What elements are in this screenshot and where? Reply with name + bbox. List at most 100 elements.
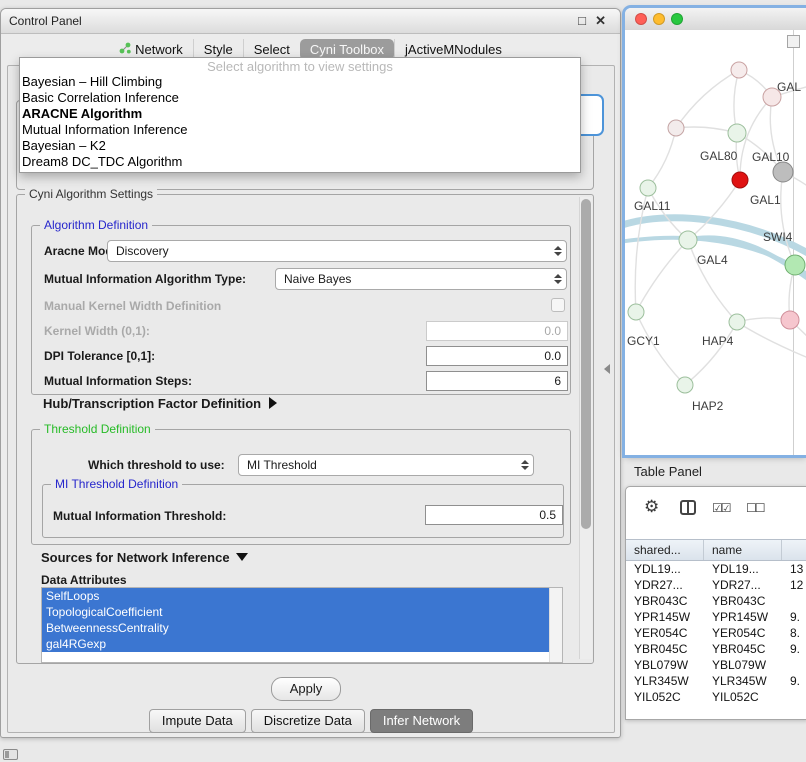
column-header-extra[interactable] bbox=[782, 540, 806, 560]
close-traffic-light-icon[interactable] bbox=[635, 13, 647, 25]
control-panel-titlebar[interactable]: Control Panel □ ✕ bbox=[1, 9, 620, 34]
gear-icon[interactable]: ⚙ bbox=[644, 497, 659, 517]
tab-label: jActiveMNodules bbox=[405, 42, 502, 57]
minimize-traffic-light-icon[interactable] bbox=[653, 13, 665, 25]
algorithm-option[interactable]: Mutual Information Inference bbox=[20, 122, 580, 138]
network-node[interactable] bbox=[785, 255, 805, 275]
table-cell: YBL079W bbox=[626, 657, 704, 673]
network-node[interactable] bbox=[781, 311, 799, 329]
mi-type-select[interactable]: Naive Bayes bbox=[275, 268, 567, 290]
table-cell: YBR045C bbox=[704, 641, 782, 657]
screen: { "icons": { "restore": "□", "close": "✕… bbox=[0, 0, 806, 762]
hub-definition-toggle[interactable]: Hub/Transcription Factor Definition bbox=[43, 397, 277, 411]
table-columns-icon[interactable] bbox=[680, 500, 696, 515]
unchecked-boxes-icon[interactable]: ☐☐ bbox=[746, 501, 764, 515]
tab-infer-network[interactable]: Infer Network bbox=[370, 709, 473, 733]
column-header-shared[interactable]: shared... bbox=[626, 540, 704, 560]
attribute-item[interactable]: BetweennessCentrality bbox=[42, 620, 550, 636]
checked-boxes-icon[interactable]: ☑☑ bbox=[712, 501, 730, 515]
table-row[interactable]: YPR145WYPR145W9. bbox=[626, 609, 806, 625]
network-node[interactable] bbox=[668, 120, 684, 136]
apply-button[interactable]: Apply bbox=[271, 677, 341, 701]
attribute-item[interactable]: TopologicalCoefficient bbox=[42, 604, 550, 620]
network-node[interactable] bbox=[640, 180, 656, 196]
table-cell: YER054C bbox=[704, 625, 782, 641]
network-node[interactable] bbox=[731, 62, 747, 78]
table-cell: 12 bbox=[782, 577, 806, 593]
tab-label: Cyni Toolbox bbox=[310, 42, 384, 57]
aracne-mode-select[interactable]: Discovery bbox=[107, 240, 567, 262]
column-header-name[interactable]: name bbox=[704, 540, 782, 560]
attribute-item[interactable]: SelfLoops bbox=[42, 588, 550, 604]
network-node[interactable] bbox=[729, 314, 745, 330]
attribute-item[interactable]: gal4RGexp bbox=[42, 636, 550, 652]
mi-steps-field[interactable]: 6 bbox=[426, 371, 568, 391]
node-label: GAL bbox=[777, 80, 801, 94]
tab-label: Select bbox=[254, 42, 290, 57]
algorithm-option[interactable]: Bayesian – K2 bbox=[20, 138, 580, 154]
node-label: GAL1 bbox=[750, 193, 781, 207]
panel-dock-icon[interactable] bbox=[3, 749, 18, 760]
table-row[interactable]: YLR345WYLR345W9. bbox=[626, 673, 806, 689]
network-node[interactable] bbox=[628, 304, 644, 320]
settings-scrollbar[interactable] bbox=[579, 197, 592, 659]
network-window-titlebar[interactable] bbox=[625, 8, 806, 31]
node-label: GAL80 bbox=[700, 149, 738, 163]
table-cell: 9. bbox=[782, 673, 806, 689]
table-row[interactable]: YDL19...YDL19...13 bbox=[626, 561, 806, 577]
data-attributes-label: Data Attributes bbox=[41, 573, 127, 587]
restore-icon[interactable]: □ bbox=[578, 9, 586, 33]
table-panel-label: Table Panel bbox=[634, 464, 702, 479]
network-node[interactable] bbox=[728, 124, 746, 142]
network-edge bbox=[648, 188, 688, 240]
algorithm-definition-title: Algorithm Definition bbox=[40, 218, 152, 232]
table-cell: YER054C bbox=[626, 625, 704, 641]
table-row[interactable]: YBR043CYBR043C bbox=[626, 593, 806, 609]
which-threshold-value: MI Threshold bbox=[247, 458, 317, 472]
network-node[interactable] bbox=[732, 172, 748, 188]
settings-scrollbar-thumb[interactable] bbox=[581, 199, 591, 529]
table-row[interactable]: YDR27...YDR27...12 bbox=[626, 577, 806, 593]
algorithm-option[interactable]: Dream8 DC_TDC Algorithm bbox=[20, 154, 580, 170]
manual-kernel-label: Manual Kernel Width Definition bbox=[44, 299, 221, 313]
tab-impute-data[interactable]: Impute Data bbox=[149, 709, 246, 733]
tab-discretize-data[interactable]: Discretize Data bbox=[251, 709, 365, 733]
network-node[interactable] bbox=[773, 162, 793, 182]
mi-threshold-group: MI Threshold Definition Mutual Informati… bbox=[42, 484, 564, 538]
network-svg: GALGAL80GAL10GAL11GAL1SWI4GAL4GCY1HAP4HA… bbox=[625, 30, 806, 455]
data-attributes-list[interactable]: SelfLoopsTopologicalCoefficientBetweenne… bbox=[41, 587, 563, 663]
kernel-width-label: Kernel Width (0,1): bbox=[44, 324, 150, 338]
cyni-algorithm-settings-group: Cyni Algorithm Settings Algorithm Defini… bbox=[16, 194, 594, 664]
table-row[interactable]: YBL079WYBL079W bbox=[626, 657, 806, 673]
close-icon[interactable]: ✕ bbox=[595, 9, 606, 33]
algorithm-option[interactable]: ARACNE Algorithm bbox=[20, 106, 580, 122]
splitter-collapse-arrow[interactable] bbox=[604, 364, 610, 374]
control-panel-window: Control Panel □ ✕ Network Style Select C… bbox=[0, 8, 621, 738]
panel-dock-icon-inner bbox=[5, 751, 9, 758]
table-cell: YPR145W bbox=[704, 609, 782, 625]
network-node[interactable] bbox=[679, 231, 697, 249]
table-cell: YPR145W bbox=[626, 609, 704, 625]
table-row[interactable]: YIL052CYIL052C bbox=[626, 689, 806, 705]
combo-arrows-icon bbox=[521, 455, 529, 475]
attributes-scrollbar[interactable] bbox=[549, 588, 562, 662]
table-cell: YDL19... bbox=[704, 561, 782, 577]
table-cell: YLR345W bbox=[704, 673, 782, 689]
table-row[interactable]: YBR045CYBR045C9. bbox=[626, 641, 806, 657]
threshold-definition-group: Threshold Definition Which threshold to … bbox=[31, 429, 571, 545]
mi-threshold-field[interactable]: 0.5 bbox=[425, 505, 563, 525]
algorithm-option[interactable]: Bayesian – Hill Climbing bbox=[20, 74, 580, 90]
table-row[interactable]: YER054CYER054C8. bbox=[626, 625, 806, 641]
zoom-traffic-light-icon[interactable] bbox=[671, 13, 683, 25]
manual-kernel-checkbox[interactable] bbox=[551, 298, 565, 312]
algorithm-option[interactable]: Basic Correlation Inference bbox=[20, 90, 580, 106]
network-canvas[interactable]: GALGAL80GAL10GAL11GAL1SWI4GAL4GCY1HAP4HA… bbox=[625, 30, 806, 455]
which-threshold-select[interactable]: MI Threshold bbox=[238, 454, 534, 476]
sources-toggle[interactable]: Sources for Network Inference bbox=[41, 551, 248, 565]
network-edge bbox=[781, 172, 795, 265]
mi-type-value: Naive Bayes bbox=[284, 272, 351, 286]
network-edge bbox=[676, 70, 739, 128]
dpi-tolerance-field[interactable]: 0.0 bbox=[426, 346, 568, 366]
network-node[interactable] bbox=[677, 377, 693, 393]
kernel-width-field[interactable]: 0.0 bbox=[426, 321, 568, 341]
